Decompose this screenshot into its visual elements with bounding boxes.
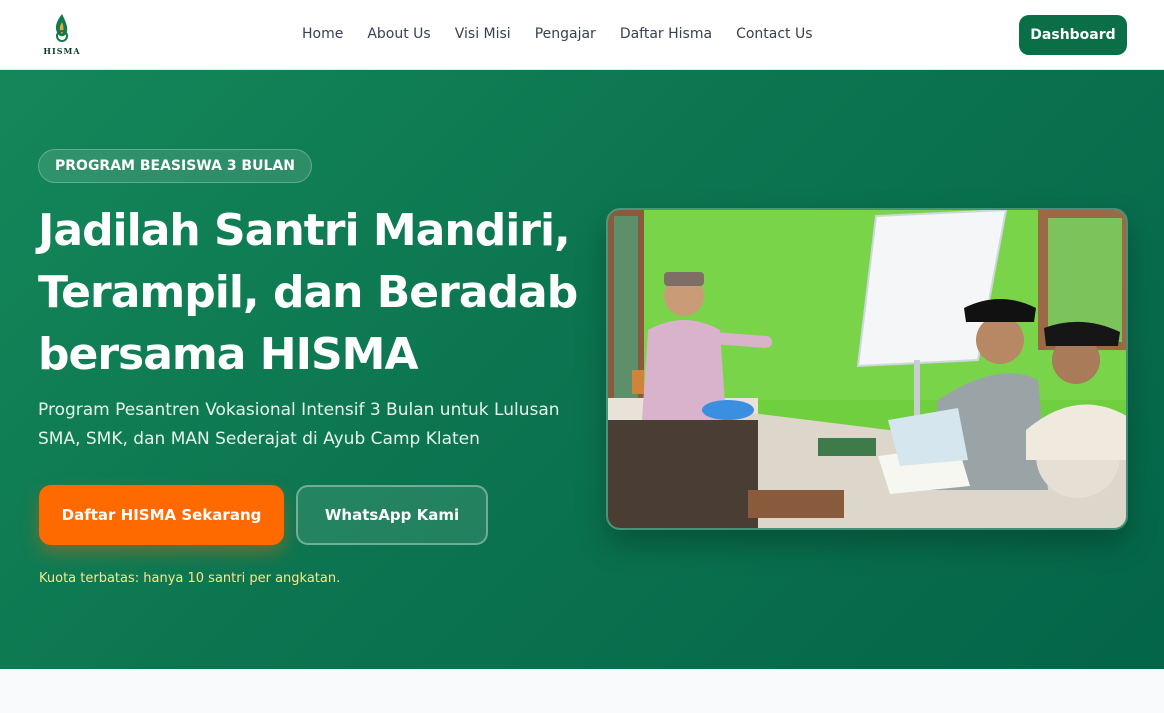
quota-note: Kuota terbatas: hanya 10 santri per angk…	[39, 571, 341, 586]
register-button[interactable]: Daftar HISMA Sekarang	[39, 485, 284, 545]
hero-headline: Jadilah Santri Mandiri, Terampil, dan Be…	[38, 205, 578, 380]
main-nav: Home About Us Visi Misi Pengajar Daftar …	[302, 26, 813, 42]
hero-subheadline: Program Pesantren Vokasional Intensif 3 …	[38, 400, 560, 449]
nav-daftar-hisma[interactable]: Daftar Hisma	[620, 26, 712, 42]
whatsapp-button[interactable]: WhatsApp Kami	[296, 485, 488, 545]
program-badge: PROGRAM BEASISWA 3 BULAN	[38, 149, 312, 183]
dashboard-button[interactable]: Dashboard	[1019, 15, 1127, 55]
next-section	[0, 669, 1164, 713]
hisma-logo[interactable]: HISMA	[40, 12, 84, 58]
nav-contact-us[interactable]: Contact Us	[736, 26, 812, 42]
leaf-logo-icon	[55, 14, 68, 42]
hero-section: PROGRAM BEASISWA 3 BULAN Jadilah Santri …	[0, 70, 1164, 669]
nav-pengajar[interactable]: Pengajar	[535, 26, 596, 42]
nav-home[interactable]: Home	[302, 26, 343, 42]
site-header: HISMA Home About Us Visi Misi Pengajar D…	[0, 0, 1164, 70]
logo-wordmark: HISMA	[43, 46, 81, 56]
nav-visi-misi[interactable]: Visi Misi	[455, 26, 511, 42]
classroom-photo-icon	[608, 210, 1126, 528]
nav-about-us[interactable]: About Us	[367, 26, 430, 42]
classroom-photo	[606, 208, 1128, 530]
